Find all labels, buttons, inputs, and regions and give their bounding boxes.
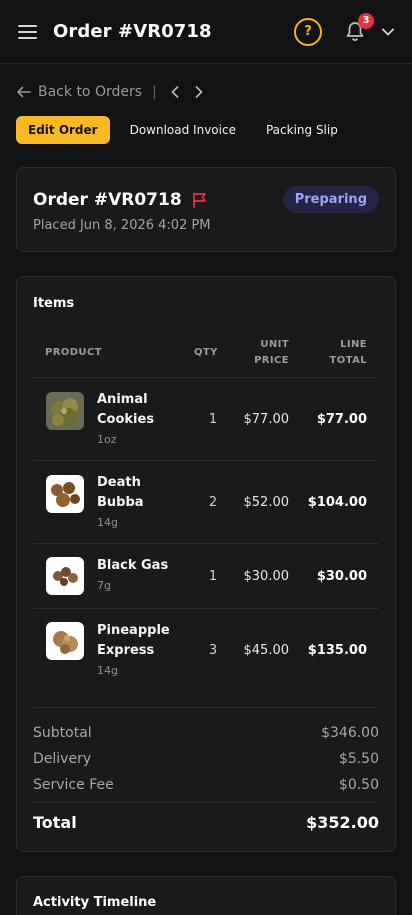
edit-order-button[interactable]: Edit Order <box>16 116 110 144</box>
packing-slip-button[interactable]: Packing Slip <box>256 116 348 144</box>
next-order-button[interactable] <box>191 84 207 100</box>
help-button[interactable]: ? <box>294 17 322 46</box>
back-to-orders-link[interactable]: Back to Orders <box>38 84 142 100</box>
delivery-row: Delivery $5.50 <box>33 751 379 767</box>
divider <box>33 802 379 803</box>
total-label: Total <box>33 813 77 832</box>
product-image <box>46 622 84 660</box>
column-header-unit-price: UNIT PRICE <box>254 339 289 366</box>
order-summary-card: Order #VR0718 Placed Jun 8, 2026 4:02 PM… <box>16 167 396 252</box>
line-total: $135.00 <box>307 643 367 658</box>
delivery-value: $5.50 <box>338 751 379 767</box>
notifications-button[interactable]: 3 <box>342 12 374 45</box>
flag-icon[interactable] <box>191 191 209 209</box>
account-menu-chevron[interactable] <box>380 24 396 40</box>
chevron-right-icon <box>195 86 203 98</box>
arrow-left-icon <box>17 86 31 98</box>
product-size: 14g <box>97 664 118 677</box>
chevron-left-icon <box>171 86 179 98</box>
column-header-line-total: LINE TOTAL <box>329 339 367 366</box>
table-row[interactable]: Animal Cookies 1oz 1 $77.00 $77.00 <box>33 378 379 461</box>
delivery-label: Delivery <box>33 751 92 767</box>
column-header-qty: QTY <box>194 347 218 358</box>
subtotal-row: Subtotal $346.00 <box>33 725 379 741</box>
product-qty: 1 <box>208 569 218 584</box>
product-size: 14g <box>97 516 118 529</box>
service-fee-value: $0.50 <box>338 777 379 793</box>
status-badge: Preparing <box>282 186 379 213</box>
table-row[interactable]: Death Bubba 14g 2 $52.00 $104.00 <box>33 461 379 544</box>
breadcrumb: Back to Orders | <box>16 82 207 102</box>
page-title: Order #VR0718 <box>53 21 212 42</box>
activity-timeline-card: Activity Timeline <box>16 876 396 915</box>
order-actions: Edit Order Download Invoice Packing Slip <box>16 116 348 144</box>
product-name: Black Gas <box>97 558 169 573</box>
activity-timeline-heading: Activity Timeline <box>33 895 157 910</box>
top-bar: Order #VR0718 ? 3 <box>0 0 412 64</box>
column-header-product: PRODUCT <box>45 347 102 358</box>
notification-count-badge: 3 <box>358 12 374 29</box>
product-image <box>46 475 84 513</box>
divider <box>33 707 379 708</box>
product-image <box>46 557 84 595</box>
order-number: Order #VR0718 <box>33 190 182 210</box>
line-total: $104.00 <box>307 495 367 510</box>
question-circle-icon: ? <box>304 24 312 39</box>
unit-price: $45.00 <box>243 643 290 658</box>
unit-price: $77.00 <box>243 412 290 427</box>
items-card: Items PRODUCT QTY UNIT PRICE LINE TOTAL … <box>16 276 396 852</box>
service-fee-row: Service Fee $0.50 <box>33 777 379 793</box>
previous-order-button[interactable] <box>167 84 183 100</box>
order-title: Order #VR0718 <box>33 190 209 210</box>
hamburger-icon[interactable] <box>16 20 40 44</box>
chevron-down-icon <box>382 28 394 36</box>
separator: | <box>152 84 157 100</box>
subtotal-label: Subtotal <box>33 725 92 741</box>
product-qty: 3 <box>208 643 218 658</box>
placed-date: Placed Jun 8, 2026 4:02 PM <box>33 218 211 233</box>
items-heading: Items <box>33 296 75 311</box>
product-size: 1oz <box>97 433 117 446</box>
product-qty: 2 <box>208 495 218 510</box>
product-name: Animal Cookies <box>97 392 155 427</box>
service-fee-label: Service Fee <box>33 777 114 793</box>
product-image <box>46 392 84 430</box>
total-row: Total $352.00 <box>33 813 379 832</box>
product-qty: 1 <box>208 412 218 427</box>
total-value: $352.00 <box>306 813 379 832</box>
table-row[interactable]: Pineapple Express 14g 3 $45.00 $135.00 <box>33 609 379 692</box>
product-name: Death Bubba <box>97 475 144 510</box>
unit-price: $30.00 <box>243 569 290 584</box>
line-total: $77.00 <box>316 412 367 427</box>
product-size: 7g <box>97 579 111 592</box>
unit-price: $52.00 <box>243 495 290 510</box>
line-total: $30.00 <box>316 569 367 584</box>
product-name: Pineapple Express <box>97 623 170 658</box>
table-row[interactable]: Black Gas 7g 1 $30.00 $30.00 <box>33 544 379 609</box>
download-invoice-button[interactable]: Download Invoice <box>120 116 246 144</box>
subtotal-value: $346.00 <box>321 725 379 741</box>
